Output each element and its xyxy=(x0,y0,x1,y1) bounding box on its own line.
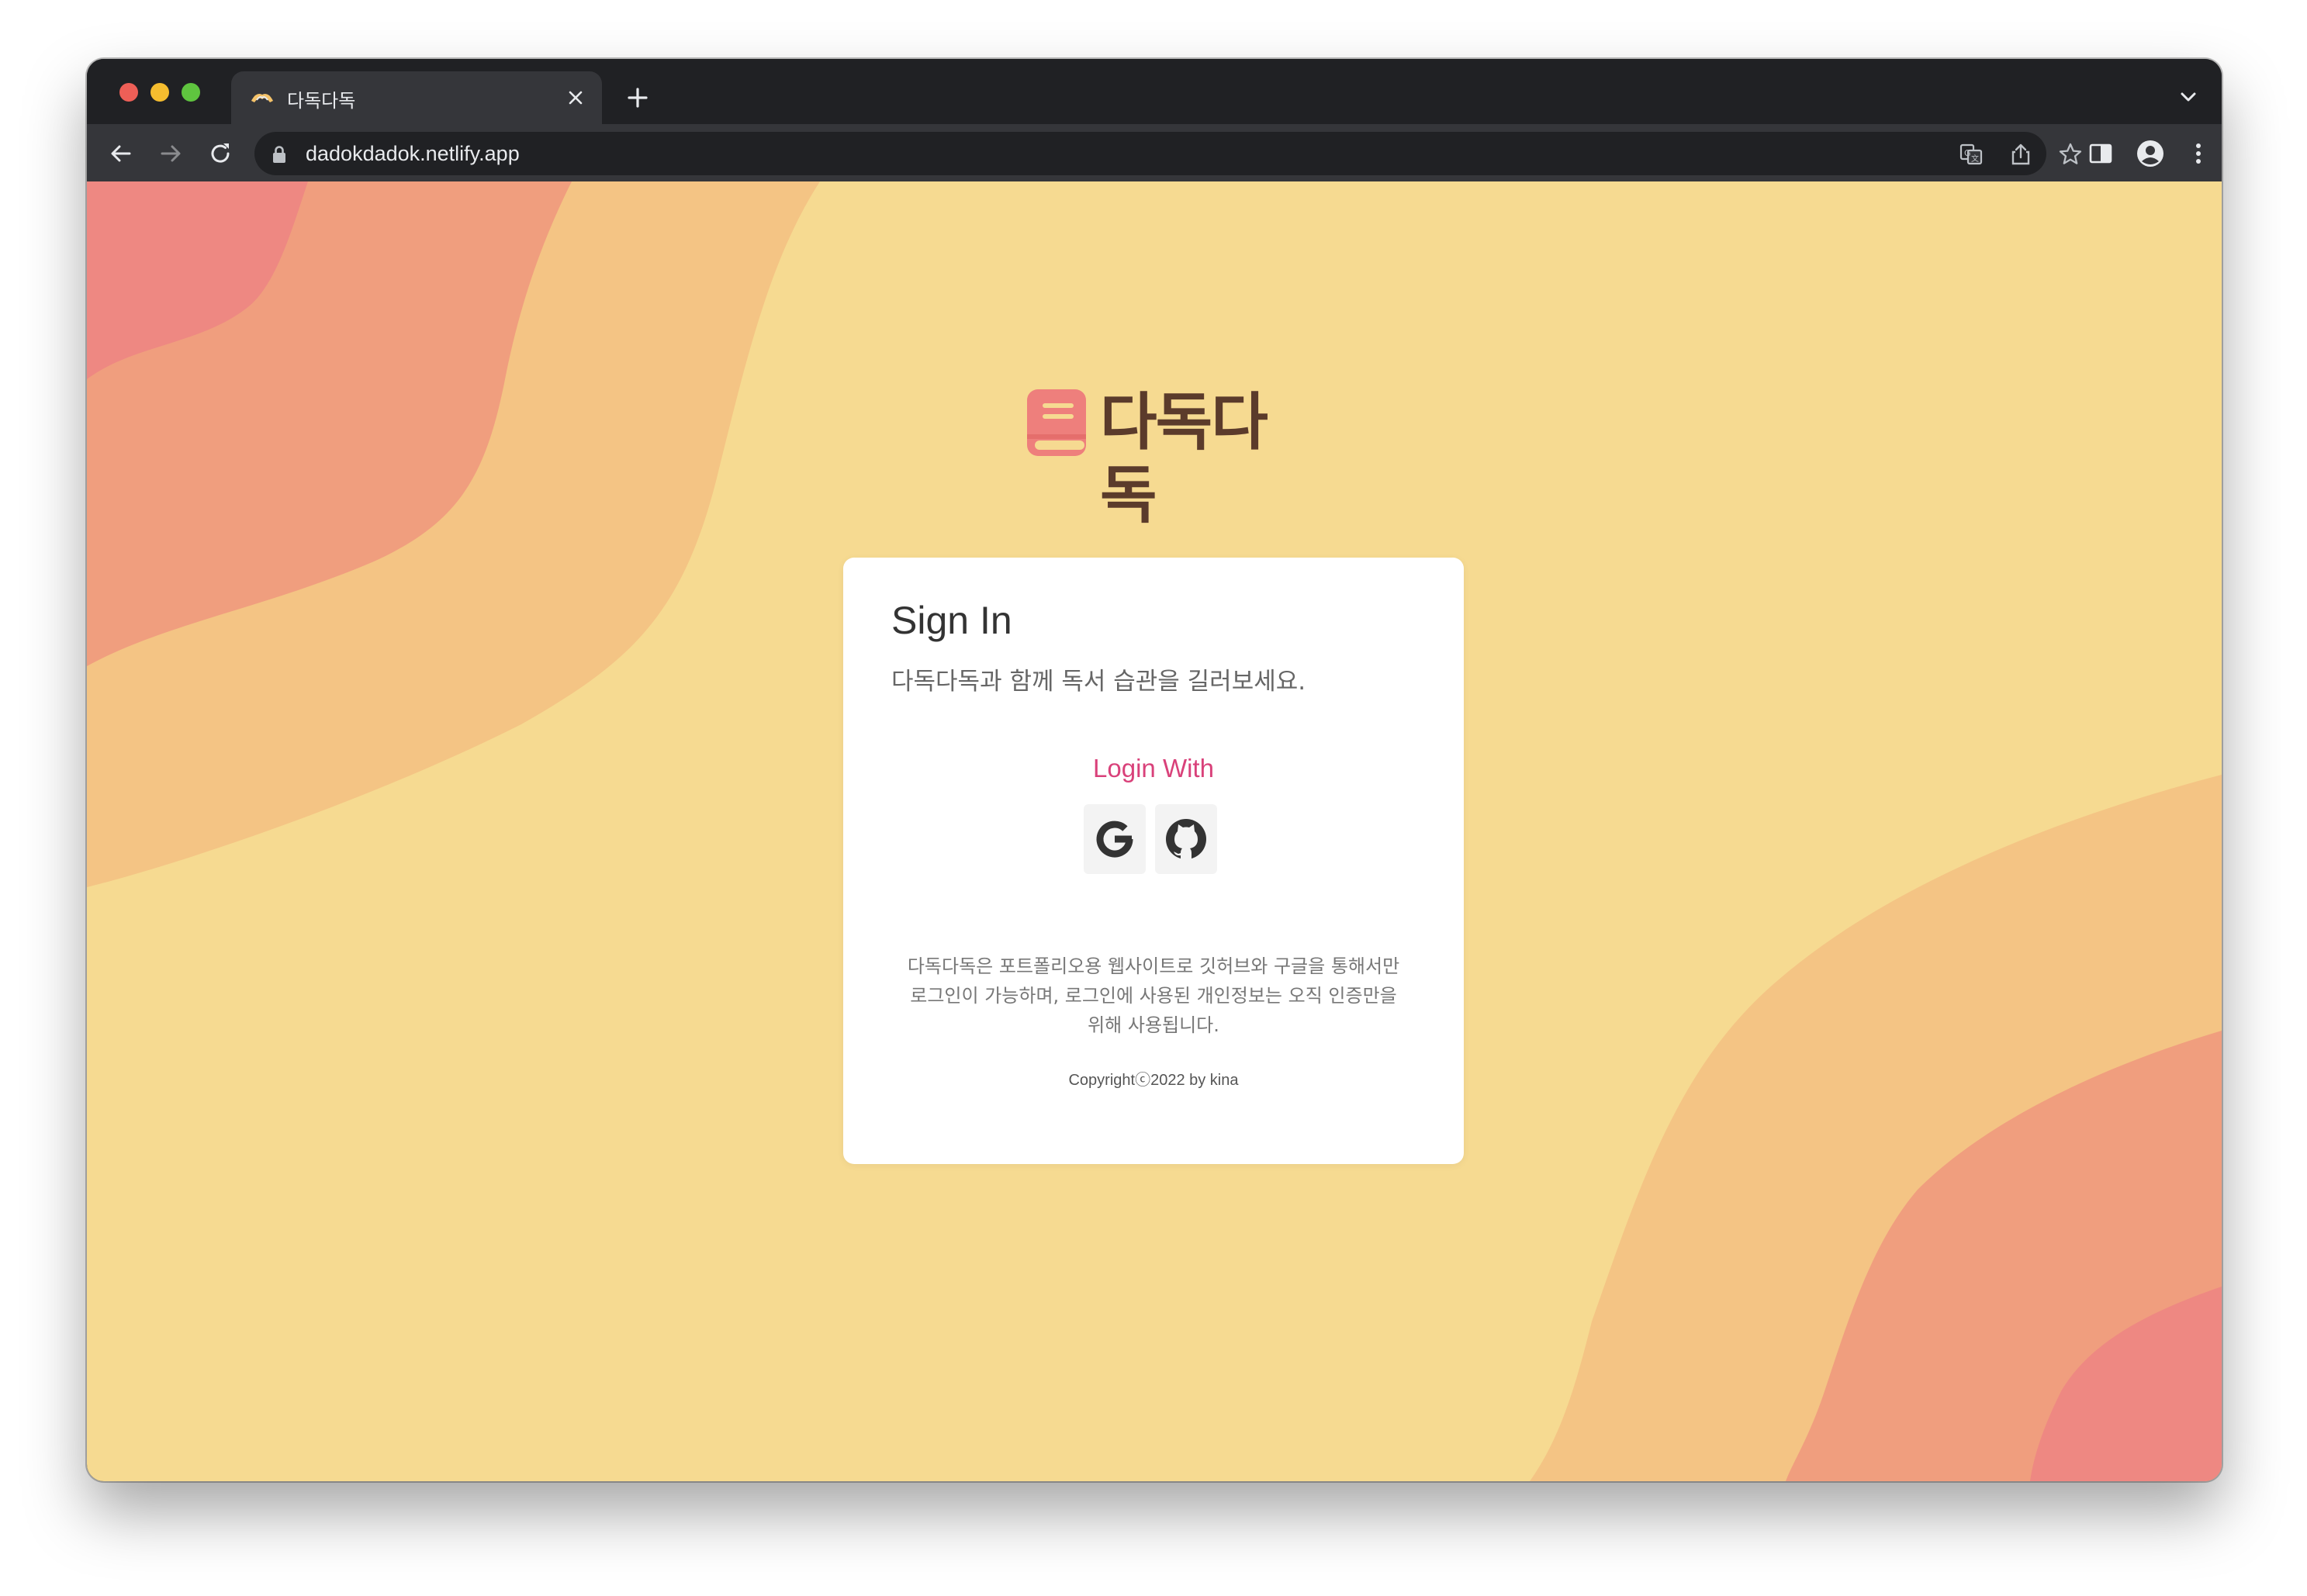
star-icon[interactable] xyxy=(2057,141,2084,168)
plus-icon[interactable] xyxy=(622,82,653,113)
forward-arrow-icon[interactable] xyxy=(157,140,185,168)
privacy-notice: 다독다독은 포트폴리오용 웹사이트로 깃허브와 구글을 통해서만 로그인이 가능… xyxy=(890,952,1417,1040)
svg-text:文: 文 xyxy=(1971,154,1979,164)
tab-title: 다독다독 xyxy=(287,90,356,112)
reload-icon[interactable] xyxy=(206,140,234,168)
minimize-window-button[interactable] xyxy=(150,83,169,102)
google-icon xyxy=(1096,820,1133,858)
more-menu-icon[interactable] xyxy=(2184,140,2212,168)
brand-logo[interactable]: 다독다독 xyxy=(1026,386,1292,531)
copyright-text: Copyrightⓒ2022 by kina xyxy=(1068,1072,1239,1089)
github-login-button[interactable] xyxy=(1155,804,1217,874)
chevron-down-icon[interactable] xyxy=(2175,84,2202,110)
back-arrow-icon[interactable] xyxy=(107,140,135,168)
notice-line: 다독다독은 포트폴리오용 웹사이트로 깃허브와 구글을 통해서만 xyxy=(907,955,1400,977)
sidebar-icon[interactable] xyxy=(2087,140,2115,168)
browser-tab[interactable]: 다독다독 xyxy=(231,71,602,124)
browser-toolbar: dadokdadok.netlify.app G 文 xyxy=(87,124,2222,181)
address-bar[interactable]: dadokdadok.netlify.app G 文 xyxy=(254,132,2082,175)
book-icon xyxy=(1027,389,1086,456)
page-title: Sign In xyxy=(891,599,1012,642)
browser-window: 다독다독 dadokdadok.netlify.app G 文 다독다독 Sig… xyxy=(87,59,2222,1481)
lock-icon xyxy=(273,146,285,163)
github-icon xyxy=(1166,819,1206,859)
share-icon[interactable] xyxy=(2008,141,2034,168)
tab-strip: 다독다독 xyxy=(87,59,2222,124)
notice-line: 로그인이 가능하며, 로그인에 사용된 개인정보는 오직 인증만을 xyxy=(910,985,1397,1007)
notice-line: 위해 사용됩니다. xyxy=(1088,1014,1219,1036)
profile-icon[interactable] xyxy=(2136,140,2164,168)
svg-text:G: G xyxy=(1964,148,1971,158)
login-with-label: Login With xyxy=(1093,754,1214,782)
url-text[interactable]: dadokdadok.netlify.app xyxy=(306,142,520,166)
card-subtitle: 다독다독과 함께 독서 습관을 길러보세요. xyxy=(891,668,1306,696)
favicon-icon xyxy=(251,94,273,102)
close-icon[interactable] xyxy=(563,85,588,110)
maximize-window-button[interactable] xyxy=(182,83,200,102)
translate-icon[interactable]: G 文 xyxy=(1958,141,1984,168)
google-login-button[interactable] xyxy=(1084,804,1146,874)
close-window-button[interactable] xyxy=(119,83,138,102)
sign-in-card: Sign In 다독다독과 함께 독서 습관을 길러보세요. Login Wit… xyxy=(843,558,1464,1164)
page-viewport: 다독다독 Sign In 다독다독과 함께 독서 습관을 길러보세요. Logi… xyxy=(87,181,2222,1481)
brand-name: 다독다독 xyxy=(1100,386,1268,531)
